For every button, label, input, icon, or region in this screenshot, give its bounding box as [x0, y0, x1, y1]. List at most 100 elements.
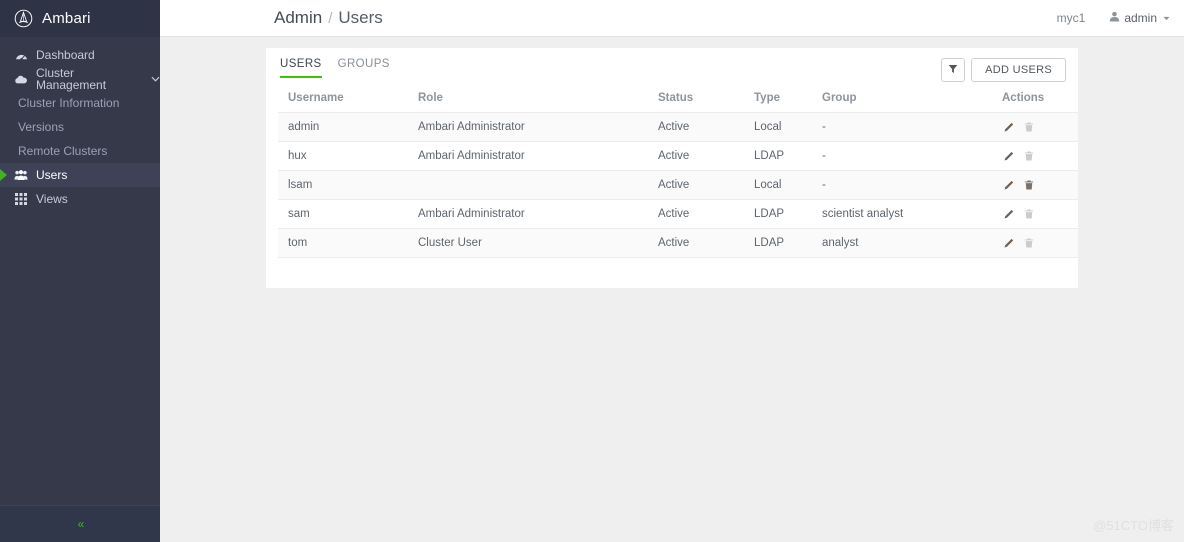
column-header-status[interactable]: Status — [648, 86, 744, 113]
topbar-right: myc1 admin — [1057, 11, 1170, 25]
sidebar-collapse-button[interactable]: « — [0, 505, 160, 542]
main-area: Admin / Users myc1 admin USERS GROUPS AD… — [160, 0, 1184, 542]
chevron-down-icon — [151, 74, 160, 84]
sidebar-item-remote-clusters[interactable]: Remote Clusters — [0, 139, 160, 163]
sidebar-item-users[interactable]: Users — [0, 163, 160, 187]
sidebar-item-cluster-information[interactable]: Cluster Information — [0, 91, 160, 115]
cloud-icon — [14, 74, 28, 85]
pencil-edit-icon[interactable] — [1004, 122, 1014, 132]
chevron-down-icon — [1163, 14, 1170, 23]
cell-group: - — [812, 112, 992, 142]
card-actions: ADD USERS — [941, 58, 1066, 82]
user-menu[interactable]: admin — [1109, 11, 1170, 25]
table-row: hux Ambari Administrator Active LDAP - — [278, 141, 1078, 171]
filter-button[interactable] — [941, 58, 966, 82]
card-header: USERS GROUPS ADD USERS — [278, 48, 1066, 86]
sidebar-item-label: Dashboard — [36, 48, 95, 62]
users-table: Username Role Status Type Group Actions … — [278, 86, 1078, 258]
sidebar-item-cluster-management[interactable]: Cluster Management — [0, 67, 160, 91]
cell-status: Active — [648, 141, 744, 171]
cell-status: Active — [648, 199, 744, 229]
watermark: @51CTO博客 — [1093, 518, 1174, 533]
grid-views-icon — [14, 193, 28, 205]
sidebar-item-views[interactable]: Views — [0, 187, 160, 211]
pencil-edit-icon[interactable] — [1004, 151, 1014, 161]
topbar: Admin / Users myc1 admin — [160, 0, 1184, 37]
sidebar-nav: Dashboard Cluster Management Cluster Inf… — [0, 37, 160, 505]
cell-role: Ambari Administrator — [408, 112, 648, 142]
users-table-head: Username Role Status Type Group Actions — [278, 86, 1078, 113]
sidebar-item-versions[interactable]: Versions — [0, 115, 160, 139]
column-header-actions: Actions — [992, 86, 1078, 113]
sidebar-subitem-label: Cluster Information — [18, 96, 120, 110]
user-name-label: admin — [1124, 11, 1157, 25]
cell-username: hux — [278, 141, 408, 171]
sidebar-subitem-label: Versions — [18, 120, 65, 134]
trash-delete-icon — [1024, 209, 1034, 219]
double-chevron-left-icon: « — [77, 517, 85, 531]
cell-actions — [992, 112, 1078, 142]
tab-groups[interactable]: GROUPS — [338, 58, 390, 78]
cell-type: Local — [744, 170, 812, 200]
page-title: Users — [338, 8, 383, 27]
cell-actions — [992, 141, 1078, 171]
cell-role — [408, 170, 648, 200]
pencil-edit-icon[interactable] — [1004, 209, 1014, 219]
table-header-row: Username Role Status Type Group Actions — [278, 86, 1078, 113]
cell-type: LDAP — [744, 228, 812, 258]
sidebar-item-label: Cluster Management — [36, 66, 107, 92]
table-row: admin Ambari Administrator Active Local … — [278, 112, 1078, 142]
cell-group: - — [812, 170, 992, 200]
table-row: sam Ambari Administrator Active LDAP sci… — [278, 199, 1078, 229]
trash-delete-icon[interactable] — [1024, 180, 1034, 190]
filter-funnel-icon — [948, 64, 958, 77]
cell-role: Cluster User — [408, 228, 648, 258]
users-table-body: admin Ambari Administrator Active Local … — [278, 112, 1078, 258]
cell-type: Local — [744, 112, 812, 142]
cell-username: lsam — [278, 170, 408, 200]
cell-username: tom — [278, 228, 408, 258]
sidebar-item-label: Views — [36, 192, 68, 206]
brand-header[interactable]: Ambari — [0, 0, 160, 37]
cell-status: Active — [648, 170, 744, 200]
cell-group: scientist analyst — [812, 199, 992, 229]
column-header-group[interactable]: Group — [812, 86, 992, 113]
brand-title: Ambari — [42, 10, 91, 27]
cell-role: Ambari Administrator — [408, 141, 648, 171]
cell-type: LDAP — [744, 199, 812, 229]
pencil-edit-icon[interactable] — [1004, 180, 1014, 190]
breadcrumb-parent[interactable]: Admin — [274, 8, 322, 28]
trash-delete-icon — [1024, 122, 1034, 132]
breadcrumb: Admin / Users — [274, 8, 383, 28]
cell-type: LDAP — [744, 141, 812, 171]
column-header-type[interactable]: Type — [744, 86, 812, 113]
tab-bar: USERS GROUPS — [278, 58, 390, 78]
column-header-username[interactable]: Username — [278, 86, 408, 113]
trash-delete-icon — [1024, 151, 1034, 161]
sidebar-subitem-label: Remote Clusters — [18, 144, 108, 158]
cell-username: admin — [278, 112, 408, 142]
table-row: tom Cluster User Active LDAP analyst — [278, 228, 1078, 258]
users-card: USERS GROUPS ADD USERS Username Role Sta… — [266, 48, 1078, 288]
cell-username: sam — [278, 199, 408, 229]
trash-delete-icon — [1024, 238, 1034, 248]
content-area: USERS GROUPS ADD USERS Username Role Sta… — [160, 37, 1184, 542]
ambari-app: Ambari Dashboard Cluster Management Clus… — [0, 0, 1184, 542]
sidebar: Ambari Dashboard Cluster Management Clus… — [0, 0, 160, 542]
tab-users[interactable]: USERS — [280, 58, 322, 78]
add-users-button[interactable]: ADD USERS — [971, 58, 1066, 82]
cell-status: Active — [648, 112, 744, 142]
user-person-icon — [1109, 11, 1120, 25]
users-group-icon — [14, 169, 28, 181]
pencil-edit-icon[interactable] — [1004, 238, 1014, 248]
sidebar-item-dashboard[interactable]: Dashboard — [0, 43, 160, 67]
dashboard-gauge-icon — [14, 49, 28, 62]
cluster-name-label: myc1 — [1056, 11, 1086, 25]
breadcrumb-separator: / — [328, 10, 333, 27]
cell-actions — [992, 199, 1078, 229]
table-row: lsam Active Local - — [278, 170, 1078, 200]
cell-actions — [992, 228, 1078, 258]
column-header-role[interactable]: Role — [408, 86, 648, 113]
sidebar-item-label: Users — [36, 168, 68, 182]
cell-actions — [992, 170, 1078, 200]
